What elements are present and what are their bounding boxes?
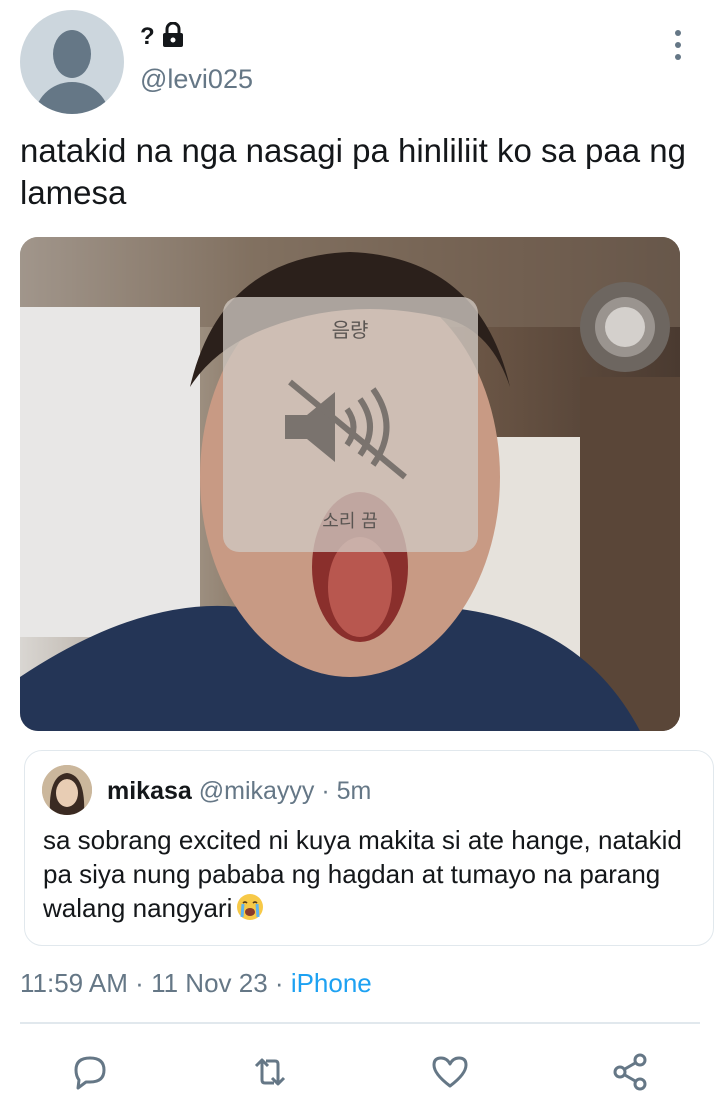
tweet-text: natakid na nga nasagi pa hinliliit ko sa… (20, 132, 686, 211)
tweet-media-photo[interactable]: 음량 소리 끔 (20, 237, 680, 731)
tweet-source-link[interactable]: iPhone (291, 968, 372, 998)
dot (675, 42, 681, 48)
default-avatar-icon (53, 30, 91, 78)
divider (20, 1022, 700, 1024)
tweet-time[interactable]: 11:59 AM (20, 968, 128, 998)
meta-separator: · (274, 968, 284, 998)
avatar-body (34, 82, 110, 114)
quoted-separator: · (321, 777, 330, 805)
author-avatar[interactable] (20, 10, 124, 114)
like-icon[interactable] (428, 1050, 472, 1094)
dot (675, 30, 681, 36)
more-options-icon[interactable] (668, 28, 688, 62)
lock-icon (161, 21, 185, 53)
quoted-author-avatar[interactable] (42, 765, 92, 815)
author-name-row: ? (140, 21, 185, 53)
author-display-name[interactable]: ? (140, 23, 155, 51)
crying-face-icon (236, 893, 264, 921)
author-handle[interactable]: @levi025 (140, 64, 253, 95)
share-icon[interactable] (608, 1050, 652, 1094)
meta-separator: · (135, 968, 144, 998)
quoted-header: mikasa @mikayyy · 5m (107, 777, 371, 806)
quoted-handle: @mikayyy (198, 777, 315, 805)
tweet-meta: 11:59 AM · 11 Nov 23 · iPhone (20, 968, 372, 999)
reply-icon[interactable] (68, 1050, 112, 1094)
quoted-time: 5m (336, 777, 372, 805)
quoted-text-container: sa sobrang excited ni kuya makita si ate… (43, 823, 703, 925)
quoted-tweet[interactable]: mikasa @mikayyy · 5m sa sobrang excited … (24, 750, 714, 946)
quoted-display-name: mikasa (107, 777, 192, 805)
dot (675, 54, 681, 60)
photo-illustration: 음량 소리 끔 (20, 237, 680, 731)
volume-overlay-subtitle: 소리 끔 (322, 511, 377, 532)
quoted-text: sa sobrang excited ni kuya makita si ate… (43, 825, 682, 923)
tweet-date[interactable]: 11 Nov 23 (151, 968, 268, 998)
volume-overlay-title: 음량 (332, 318, 369, 342)
retweet-icon[interactable] (248, 1050, 292, 1094)
